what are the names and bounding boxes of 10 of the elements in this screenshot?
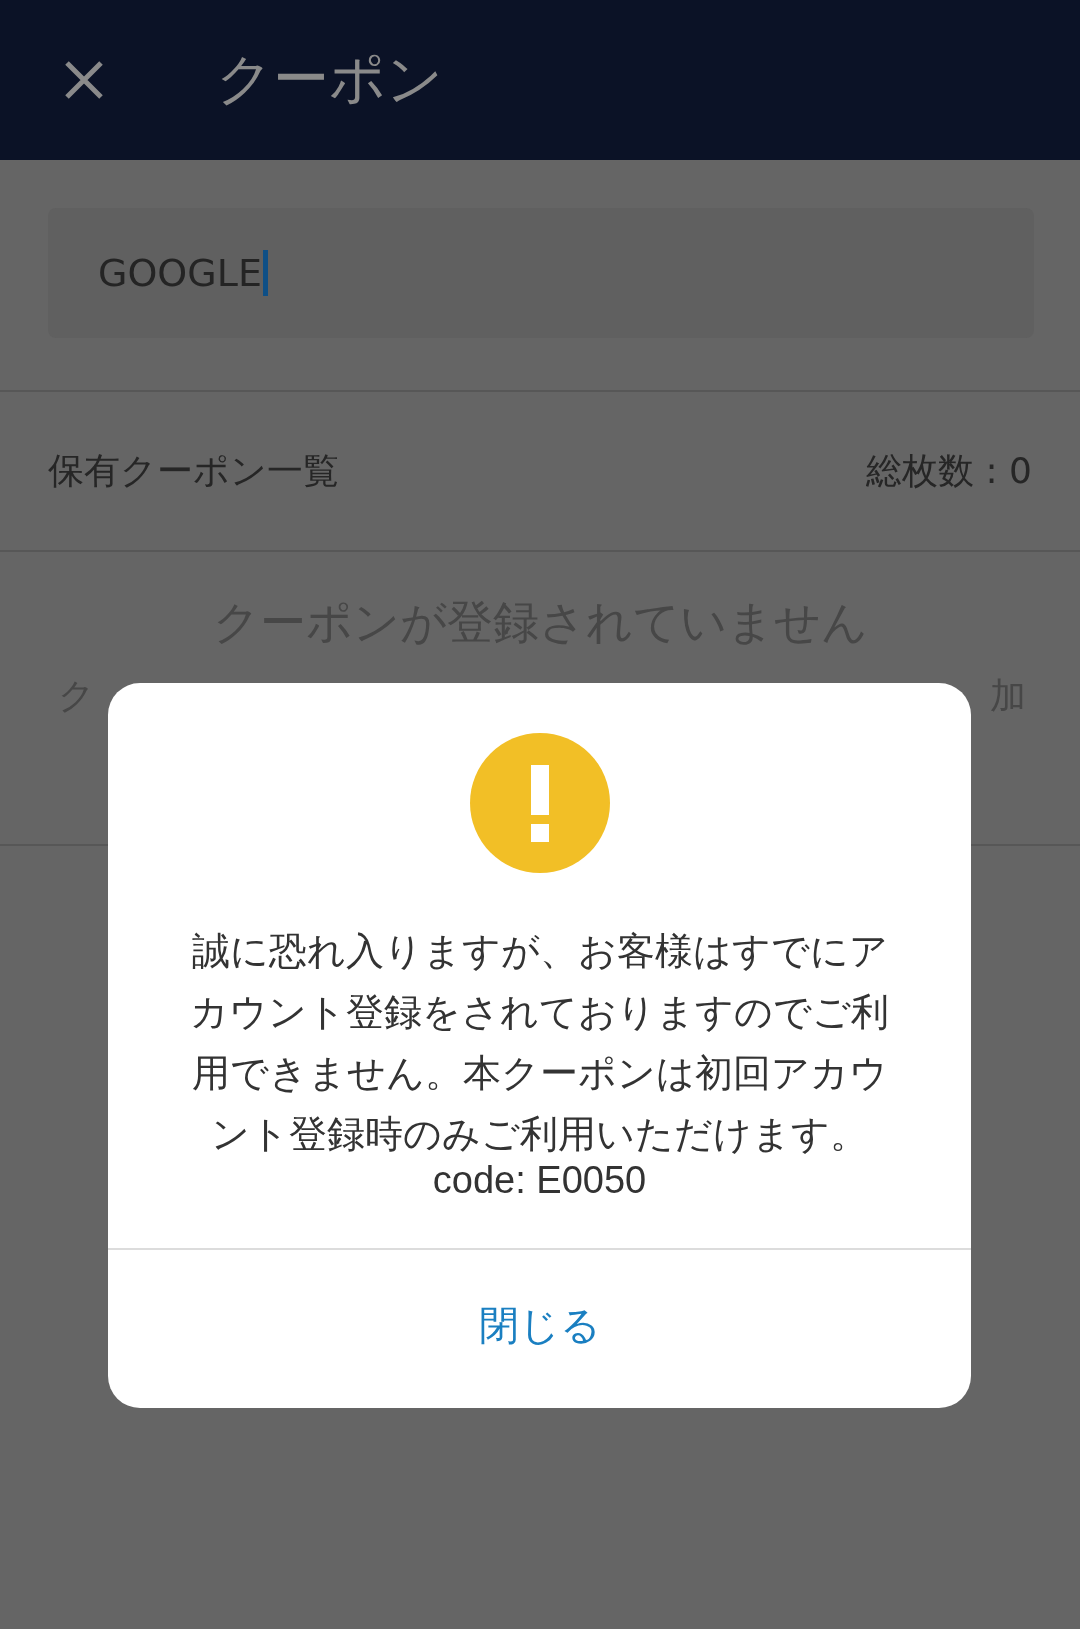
screen-title: クーポン xyxy=(216,45,443,113)
warning-icon xyxy=(469,733,610,873)
section-title: 保有クーポン一覧 xyxy=(48,448,339,493)
input-field[interactable]: GOOGLE xyxy=(48,208,1034,338)
text-cursor xyxy=(262,250,268,296)
close-icon[interactable] xyxy=(64,60,104,100)
error-code: code: E0050 xyxy=(432,1159,647,1202)
error-message: 誠に恐れ入りますが、お客様はすでにアカウント登録をされておりますのでご利用できません。本クーポンは初回アカウント登録時のみご利用いただけます。 xyxy=(189,928,890,1158)
close-button[interactable]: 閉じる xyxy=(458,1290,621,1361)
total-count: 総枚数 : 0 xyxy=(866,448,1032,493)
